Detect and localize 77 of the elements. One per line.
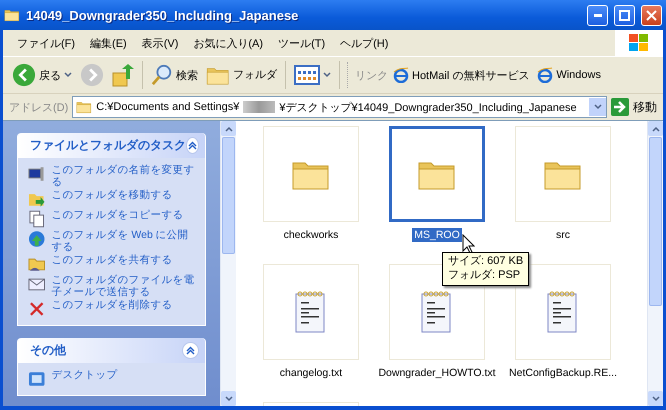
close-button[interactable]	[641, 4, 662, 26]
close-icon	[646, 10, 657, 20]
file-name: Downgrader_HOWTO.txt	[377, 366, 497, 380]
caret-up-icon	[652, 126, 660, 132]
scroll-up-button[interactable]	[648, 121, 663, 136]
up-folder-icon	[112, 63, 134, 87]
browser-icon	[393, 67, 409, 83]
minimize-button[interactable]	[587, 4, 608, 26]
task-link[interactable]: このフォルダを共有する	[51, 255, 197, 267]
maximize-icon	[619, 10, 630, 20]
menu-item[interactable]: ファイル(F)	[11, 34, 82, 52]
address-label: アドレス(D)	[9, 100, 68, 114]
caret-down-icon	[224, 396, 232, 402]
file-name: src	[555, 228, 571, 242]
scroll-down-button[interactable]	[648, 391, 663, 406]
task-link[interactable]: このフォルダを移動する	[51, 190, 197, 202]
go-arrow-icon	[611, 98, 629, 116]
task-link[interactable]: このフォルダの名前を変更する	[51, 165, 197, 188]
caret-down-icon	[64, 72, 72, 78]
menu-item[interactable]: ツール(T)	[272, 34, 332, 52]
delete-icon	[28, 300, 46, 318]
panel-title: その他	[30, 342, 66, 360]
caret-down-icon	[652, 396, 660, 402]
blurred-block	[243, 101, 276, 113]
file-name: NetConfigBackup.RE...	[508, 366, 618, 380]
caret-down-icon	[323, 72, 331, 78]
collapse-button[interactable]	[186, 137, 199, 154]
sidebar-scrollbar[interactable]	[220, 121, 236, 406]
file-name: MS_ROO	[412, 228, 462, 242]
browser-icon	[537, 67, 554, 83]
scroll-thumb[interactable]	[649, 137, 662, 306]
address-field[interactable]: C:¥Documents and Settings¥ ¥デスクトップ¥14049_Downgrader350_Including_Japanese	[72, 96, 607, 118]
caret-up-icon	[224, 126, 232, 132]
dropdown-button[interactable]	[589, 98, 606, 116]
path-text: C:¥Documents and Settings¥	[96, 101, 240, 113]
file-name: changelog.txt	[278, 366, 344, 380]
search-icon	[151, 64, 173, 86]
views-icon	[294, 65, 320, 85]
go-button[interactable]: 移動	[611, 98, 657, 116]
task-link[interactable]: デスクトップ	[51, 370, 197, 382]
task-link[interactable]: このフォルダをコピーする	[51, 210, 197, 222]
task-link[interactable]: このフォルダのファイルを電子メールで送信する	[51, 275, 197, 298]
folder-icon	[4, 8, 20, 22]
tooltip-text: フォルダ: PSP	[448, 268, 522, 282]
scroll-up-button[interactable]	[221, 121, 236, 136]
path-text: ¥デスクトップ¥14049_Downgrader350_Including_Japanese	[279, 100, 577, 114]
scroll-down-button[interactable]	[221, 391, 236, 406]
task-link[interactable]: このフォルダを削除する	[51, 300, 197, 312]
minimize-icon	[594, 14, 602, 16]
file-tile[interactable]	[389, 126, 485, 222]
rename-icon	[28, 165, 46, 183]
file-name: checkworks	[282, 228, 340, 242]
caret-down-icon	[594, 104, 602, 110]
back-button[interactable]: 戻る	[9, 61, 75, 89]
links-label: リンク	[355, 68, 388, 82]
task-link[interactable]: このフォルダを Web に公開する	[51, 230, 197, 254]
scroll-thumb[interactable]	[222, 137, 235, 254]
folder-icon	[76, 100, 92, 114]
menu-item[interactable]: ヘルプ(H)	[334, 34, 394, 52]
window-title: 14049_Downgrader350_Including_Japanese	[26, 8, 300, 22]
menu-item[interactable]: お気に入り(A)	[187, 34, 270, 52]
content-scrollbar[interactable]	[647, 121, 663, 406]
chevron-up-icon	[186, 346, 195, 356]
copy-icon	[28, 210, 46, 228]
collapse-button[interactable]	[182, 342, 199, 360]
panel-title: ファイルとフォルダのタスク	[30, 137, 186, 154]
folders-button[interactable]: フォルダ	[203, 62, 280, 88]
desktop-icon	[28, 370, 46, 388]
link-button[interactable]: Windows	[534, 65, 604, 85]
maximize-button[interactable]	[614, 4, 635, 26]
menu-item[interactable]: 編集(E)	[84, 34, 133, 52]
link-button[interactable]: HotMail の無料サービス	[390, 65, 532, 85]
chevron-up-icon	[188, 141, 197, 150]
search-button[interactable]: 検索	[148, 62, 201, 88]
tooltip-text: サイズ: 607 KB	[448, 255, 524, 269]
globe-icon	[28, 230, 46, 248]
menu-item[interactable]: 表示(V)	[136, 34, 184, 52]
